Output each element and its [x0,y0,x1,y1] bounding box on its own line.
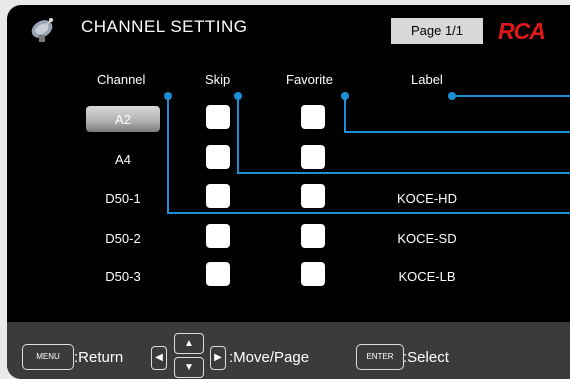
favorite-checkbox-a4[interactable] [301,145,325,169]
favorite-checkbox-d50-2[interactable] [301,224,325,248]
menu-key[interactable]: MENU [22,344,74,370]
skip-checkbox-d50-1[interactable] [206,184,230,208]
favorite-checkbox-d50-3[interactable] [301,262,325,286]
callout-dot-favorite [341,92,349,100]
select-hint: :Select [403,349,449,366]
channel-cell-a2[interactable]: A2 [86,112,160,127]
arrow-up-icon[interactable]: ▲ [174,333,204,354]
move-page-hint: :Move/Page [229,349,310,366]
skip-checkbox-a2[interactable] [206,105,230,129]
arrow-right-icon[interactable]: ▶ [210,346,226,370]
channel-cell-d50-2[interactable]: D50-2 [86,231,160,246]
arrow-down-icon[interactable]: ▼ [174,357,204,378]
favorite-checkbox-d50-1[interactable] [301,184,325,208]
channel-cell-d50-3[interactable]: D50-3 [86,269,160,284]
channel-cell-d50-1[interactable]: D50-1 [86,191,160,206]
skip-checkbox-d50-2[interactable] [206,224,230,248]
skip-checkbox-d50-3[interactable] [206,262,230,286]
label-cell-d50-3: KOCE-LB [398,269,456,284]
callout-dot-label [448,92,456,100]
arrow-left-icon[interactable]: ◀ [151,346,167,370]
return-hint: :Return [74,349,124,366]
skip-checkbox-a4[interactable] [206,145,230,169]
footer-help-bar: MENU :Return ◀ ▲ ▼ ▶ :Move/Page ENTER :S… [7,322,570,379]
channel-setting-screen: CHANNEL SETTING Page 1/1 RCA Channel Ski… [7,5,570,379]
favorite-checkbox-a2[interactable] [301,105,325,129]
channel-cell-a4[interactable]: A4 [86,152,160,167]
callout-dot-skip [234,92,242,100]
enter-key[interactable]: ENTER [356,344,404,370]
callout-dot-channel [164,92,172,100]
label-cell-d50-1: KOCE-HD [397,191,457,206]
label-cell-d50-2: KOCE-SD [397,231,457,246]
